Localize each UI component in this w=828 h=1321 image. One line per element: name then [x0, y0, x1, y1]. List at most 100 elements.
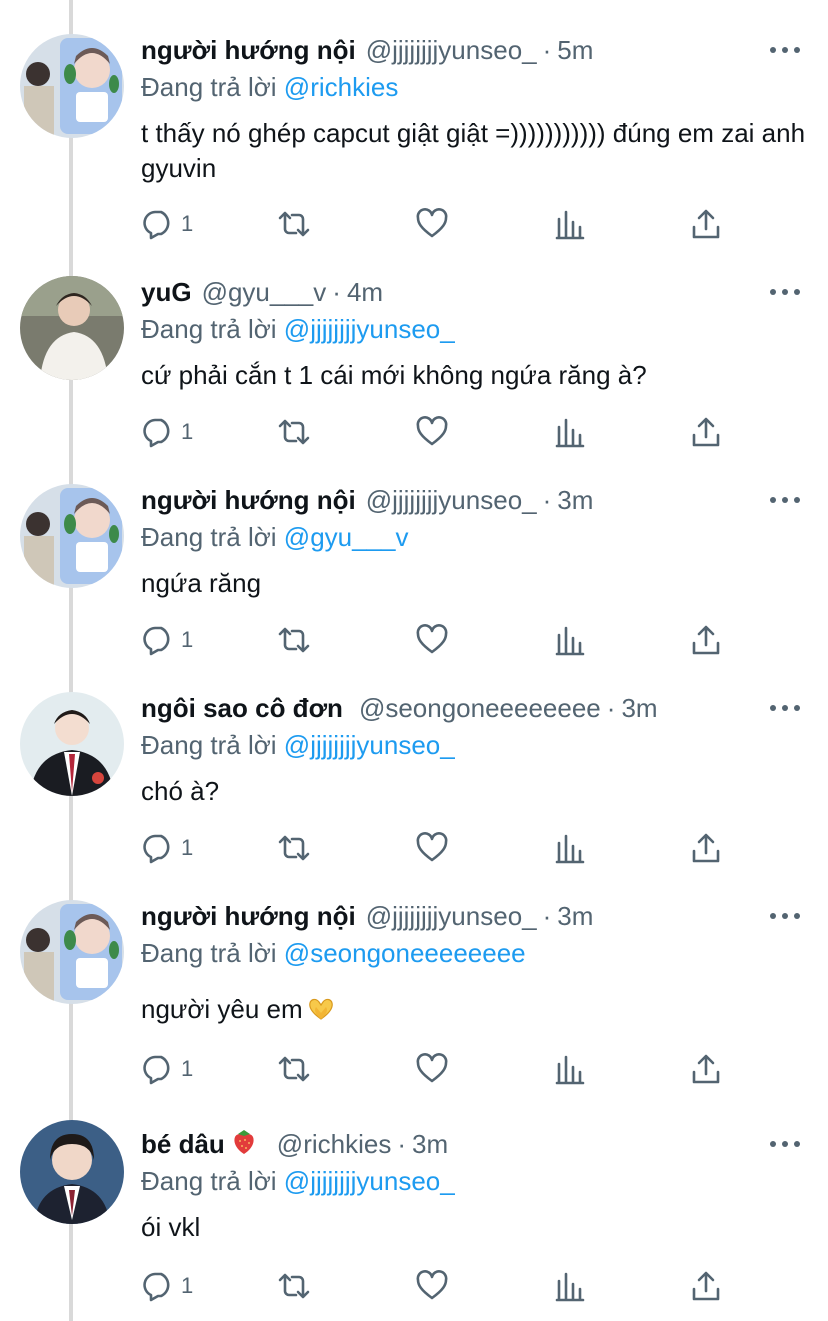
stats-button[interactable] [553, 1268, 587, 1304]
heart-icon [416, 416, 448, 446]
replying-to-label: Đang trả lời [141, 1166, 277, 1196]
like-button[interactable] [415, 206, 449, 242]
username[interactable]: @richkies [277, 1128, 392, 1160]
stats-icon [555, 210, 585, 240]
replying-to: Đang trả lời @jjjjjjjjyunseo_ [141, 728, 808, 762]
share-button[interactable] [689, 1051, 723, 1087]
avatar[interactable] [20, 276, 124, 380]
reply-count: 1 [181, 211, 194, 236]
retweet-icon [278, 419, 310, 445]
reply-button[interactable]: 1 [141, 622, 193, 658]
tweet-body: yuG @gyu___v · 4m Đang trả lời @jjjjjjjj… [141, 276, 808, 393]
display-name[interactable]: người hướng nội [141, 484, 356, 516]
avatar[interactable] [20, 692, 124, 796]
retweet-button[interactable] [277, 622, 311, 658]
username[interactable]: @jjjjjjjjyunseo_ [366, 484, 537, 516]
tweet-actions: 1 [141, 1268, 741, 1304]
like-button[interactable] [415, 414, 449, 450]
display-name[interactable]: bé dâu [141, 1128, 225, 1160]
replying-to-mention[interactable]: @jjjjjjjjyunseo_ [284, 314, 455, 344]
more-options-icon[interactable] [770, 490, 800, 510]
timestamp[interactable]: 4m [347, 276, 383, 308]
like-button[interactable] [415, 830, 449, 866]
retweet-button[interactable] [277, 1051, 311, 1087]
replying-to-label: Đang trả lời [141, 730, 277, 760]
reply-button[interactable]: 1 [141, 414, 193, 450]
more-options-icon[interactable] [770, 282, 800, 302]
separator-dot: · [542, 35, 552, 65]
share-button[interactable] [689, 1268, 723, 1304]
username[interactable]: @seongoneeeeeeee [359, 692, 601, 724]
reply-button[interactable]: 1 [141, 1268, 193, 1304]
more-options-icon[interactable] [770, 698, 800, 718]
stats-button[interactable] [553, 414, 587, 450]
avatar-gyuv-image [20, 276, 124, 380]
timestamp[interactable]: 3m [557, 484, 593, 516]
avatar[interactable] [20, 900, 124, 1004]
like-button[interactable] [415, 1051, 449, 1087]
tweet-body: người hướng nội @jjjjjjjjyunseo_ · 3m Đa… [141, 900, 808, 1030]
display-name[interactable]: ngôi sao cô đơn [141, 692, 343, 724]
share-icon [692, 1271, 720, 1301]
like-button[interactable] [415, 1268, 449, 1304]
avatar-seongone-image [20, 692, 124, 796]
timestamp[interactable]: 3m [557, 900, 593, 932]
share-button[interactable] [689, 830, 723, 866]
replying-to-mention[interactable]: @gyu___v [284, 522, 409, 552]
stats-button[interactable] [553, 1051, 587, 1087]
replying-to-mention[interactable]: @richkies [284, 72, 399, 102]
tweet-body: người hướng nội @jjjjjjjjyunseo_ · 5m Đa… [141, 34, 808, 186]
tweet-body: người hướng nội @jjjjjjjjyunseo_ · 3m Đa… [141, 484, 808, 601]
retweet-button[interactable] [277, 206, 311, 242]
retweet-icon [278, 1056, 310, 1082]
like-button[interactable] [415, 622, 449, 658]
tweet-text: cứ phải cắn t 1 cái mới không ngứa răng … [141, 358, 808, 393]
tweet-text: ngứa răng [141, 566, 808, 601]
more-options-icon[interactable] [770, 1134, 800, 1154]
tweet-text-content: t thấy nó ghép capcut giật giật =)))))))… [141, 118, 806, 183]
replying-to-mention[interactable]: @jjjjjjjjyunseo_ [284, 1166, 455, 1196]
display-name[interactable]: người hướng nội [141, 900, 356, 932]
retweet-button[interactable] [277, 414, 311, 450]
reply-icon [143, 834, 170, 864]
timestamp[interactable]: 5m [557, 34, 593, 66]
more-options-icon[interactable] [770, 40, 800, 60]
reply-icon [143, 1055, 170, 1085]
share-button[interactable] [689, 414, 723, 450]
display-name[interactable]: yuG [141, 276, 192, 308]
timestamp[interactable]: 3m [412, 1128, 448, 1160]
timestamp[interactable]: 3m [621, 692, 657, 724]
more-options-icon[interactable] [770, 906, 800, 926]
reply-icon [143, 626, 170, 656]
retweet-button[interactable] [277, 830, 311, 866]
retweet-button[interactable] [277, 1268, 311, 1304]
heart-icon [416, 208, 448, 238]
replying-to: Đang trả lời @jjjjjjjjyunseo_ [141, 312, 808, 346]
tweet-text: t thấy nó ghép capcut giật giật =)))))))… [141, 116, 808, 186]
username[interactable]: @gyu___v [202, 276, 327, 308]
replying-to: Đang trả lời @seongoneeeeeeee [141, 936, 808, 970]
share-button[interactable] [689, 622, 723, 658]
stats-button[interactable] [553, 206, 587, 242]
username[interactable]: @jjjjjjjjyunseo_ [366, 900, 537, 932]
share-button[interactable] [689, 206, 723, 242]
heart-icon [416, 1053, 448, 1083]
avatar-yunseo-image [20, 484, 124, 588]
reply-icon [143, 210, 170, 240]
stats-button[interactable] [553, 622, 587, 658]
avatar[interactable] [20, 34, 124, 138]
avatar[interactable] [20, 1120, 124, 1224]
reply-button[interactable]: 1 [141, 1051, 193, 1087]
display-name[interactable]: người hướng nội [141, 34, 356, 66]
tweet-text-content: người yêu em [141, 994, 303, 1024]
replying-to-mention[interactable]: @seongoneeeeeeee [284, 938, 526, 968]
avatar[interactable] [20, 484, 124, 588]
replying-to: Đang trả lời @jjjjjjjjyunseo_ [141, 1164, 808, 1198]
tweet-body: ngôi sao cô đơn @seongoneeeeeeee · 3m Đa… [141, 692, 808, 809]
replying-to-mention[interactable]: @jjjjjjjjyunseo_ [284, 730, 455, 760]
reply-button[interactable]: 1 [141, 830, 193, 866]
reply-button[interactable]: 1 [141, 206, 193, 242]
stats-button[interactable] [553, 830, 587, 866]
username[interactable]: @jjjjjjjjyunseo_ [366, 34, 537, 66]
replying-to-label: Đang trả lời [141, 522, 277, 552]
